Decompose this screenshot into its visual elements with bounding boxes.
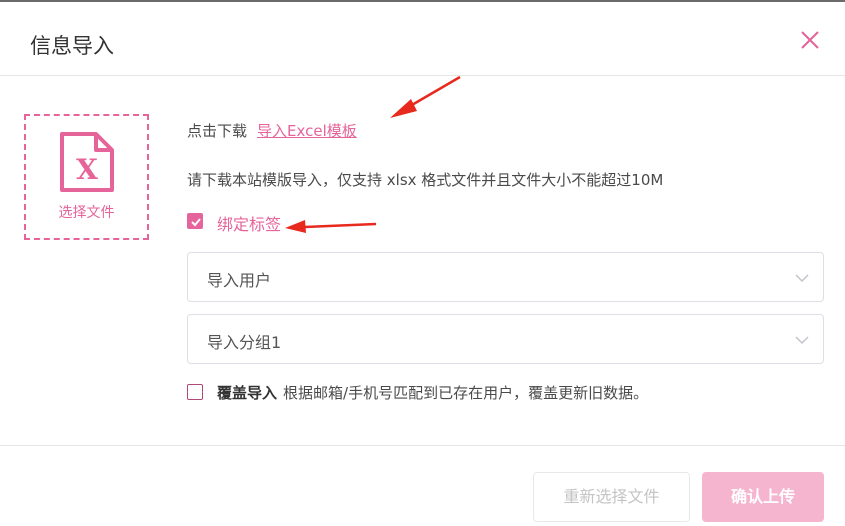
import-user-select[interactable]: 导入用户 — [187, 252, 824, 302]
chevron-down-icon — [795, 274, 809, 283]
chevron-down-icon — [795, 336, 809, 345]
template-prefix: 点击下载 — [187, 122, 248, 140]
import-user-value: 导入用户 — [207, 271, 272, 290]
annotation-arrow-icon — [390, 75, 461, 118]
overwrite-label[interactable]: 覆盖导入 — [217, 384, 277, 402]
excel-file-icon: X — [60, 132, 114, 192]
svg-text:X: X — [76, 153, 98, 186]
bind-tag-label[interactable]: 绑定标签 — [217, 211, 281, 235]
select-file-label: 选择文件 — [58, 205, 115, 221]
overwrite-row: 覆盖导入 根据邮箱/手机号匹配到已存在用户，覆盖更新旧数据。 — [217, 382, 648, 403]
annotation-arrow-icon — [285, 220, 377, 233]
template-download-row: 点击下载 导入Excel模板 — [187, 120, 357, 141]
download-template-link[interactable]: 导入Excel模板 — [257, 122, 357, 140]
reselect-file-button[interactable]: 重新选择文件 — [533, 472, 690, 522]
close-icon[interactable] — [797, 27, 823, 53]
footer-divider — [0, 445, 845, 446]
confirm-upload-button[interactable]: 确认上传 — [702, 472, 824, 522]
import-group-select[interactable]: 导入分组1 — [187, 314, 824, 364]
overwrite-description: 根据邮箱/手机号匹配到已存在用户，覆盖更新旧数据。 — [283, 384, 649, 402]
dialog-header: 信息导入 — [0, 2, 845, 76]
checkmark-icon — [191, 218, 201, 227]
bind-tag-checkbox[interactable] — [187, 213, 203, 229]
select-file-button[interactable]: X 选择文件 — [24, 114, 149, 240]
upload-hint: 请下载本站模版导入，仅支持 xlsx 格式文件并且文件大小不能超过10M — [187, 171, 664, 189]
dialog-title: 信息导入 — [30, 34, 114, 58]
import-group-value: 导入分组1 — [207, 333, 282, 352]
overwrite-checkbox[interactable] — [187, 384, 203, 400]
import-dialog: 信息导入 X 选择文件 点击下载 导入Excel模板 请下载本站模版导入，仅支持 … — [0, 0, 845, 526]
